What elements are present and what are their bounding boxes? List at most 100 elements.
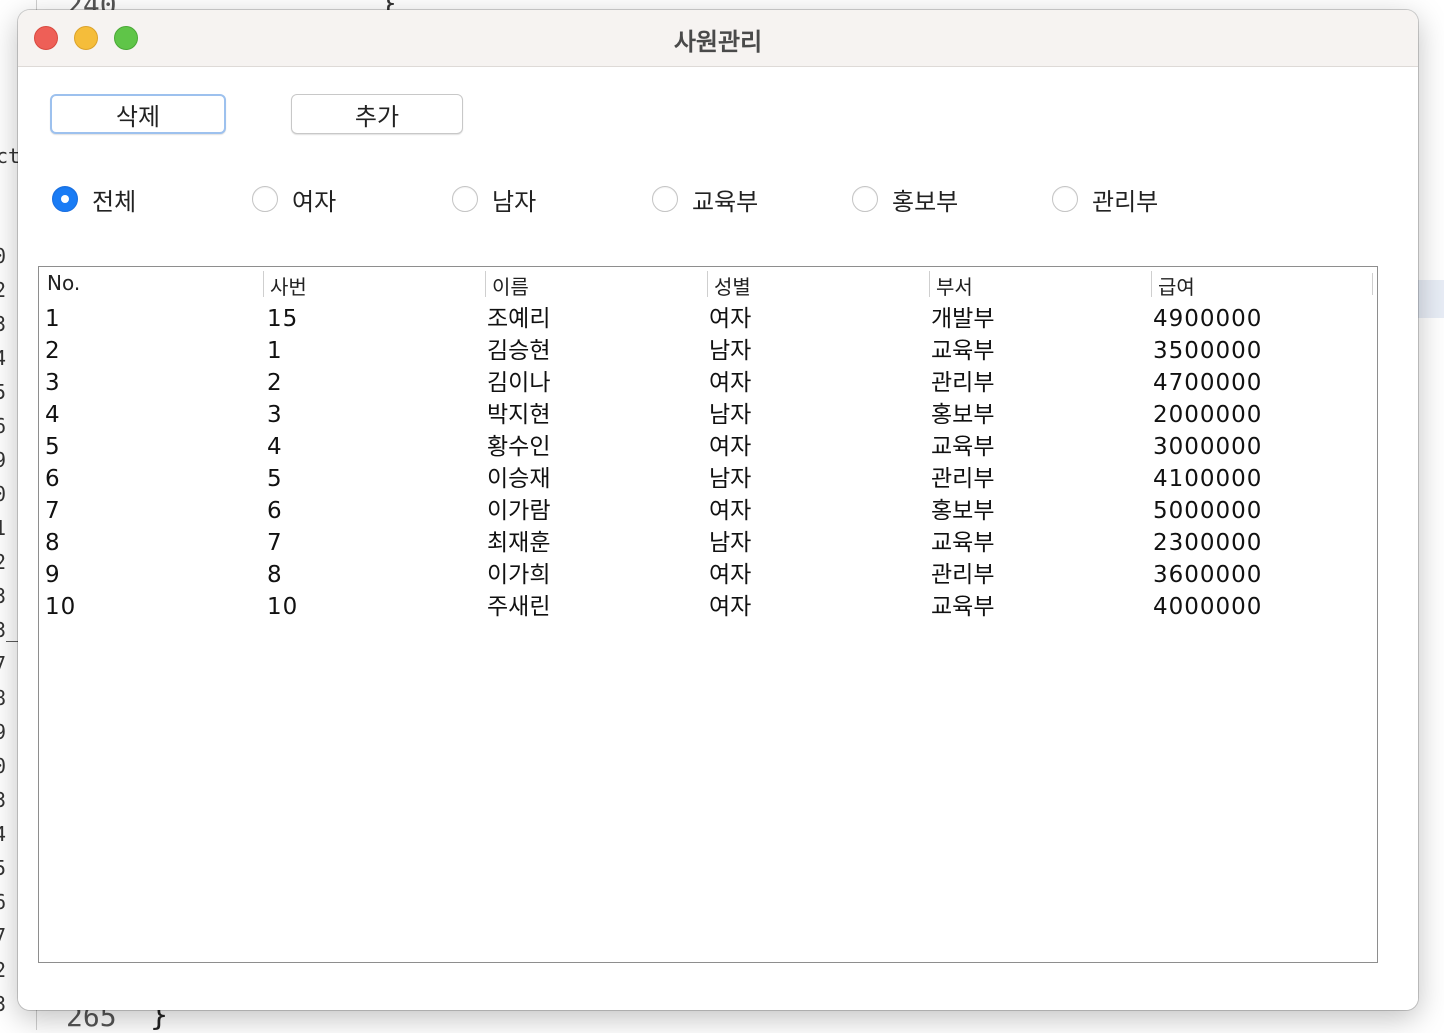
editor-gutter-number: 3 (0, 312, 7, 336)
table-cell-no: 9 (45, 562, 61, 588)
table-row[interactable]: 7 6 이가람 여자 홍보부 5000000 (39, 495, 1376, 527)
table-row[interactable]: 5 4 황수인 여자 교육부 3000000 (39, 431, 1376, 463)
table-cell-no: 3 (45, 370, 61, 396)
table-cell-gender: 여자 (709, 370, 752, 396)
editor-gutter-number: 6 (0, 414, 7, 438)
table-cell-department: 관리부 (931, 370, 995, 396)
filter-radio-education-dept[interactable]: 교육부 (652, 179, 758, 219)
column-header-gender[interactable]: 성별 (707, 271, 751, 299)
table-cell-name: 이승재 (487, 466, 551, 492)
table-cell-employee-id: 3 (267, 402, 283, 428)
table-row[interactable]: 3 2 김이나 여자 관리부 4700000 (39, 367, 1376, 399)
table-cell-no: 8 (45, 530, 61, 556)
radio-indicator[interactable] (452, 186, 478, 212)
radio-label: 관리부 (1092, 187, 1159, 216)
column-header-department[interactable]: 부서 (929, 271, 973, 299)
table-cell-no: 2 (45, 338, 61, 364)
table-cell-no: 7 (45, 498, 61, 524)
delete-button[interactable]: 삭제 (50, 94, 226, 134)
table-cell-employee-id: 8 (267, 562, 283, 588)
table-cell-department: 관리부 (931, 466, 995, 492)
radio-label: 남자 (492, 187, 537, 216)
table-cell-salary: 2300000 (1153, 530, 1263, 556)
table-cell-name: 조예리 (487, 306, 551, 332)
table-cell-salary: 4000000 (1153, 594, 1263, 620)
add-button[interactable]: 추가 (291, 94, 463, 134)
table-cell-salary: 4100000 (1153, 466, 1263, 492)
employee-table[interactable]: No. 사번 이름 성별 부서 급여 1 15 조예리 여자 개발부 4900000 2 1 김승현 남자 교… (38, 266, 1378, 963)
table-cell-name: 최재훈 (487, 530, 551, 556)
table-row[interactable]: 2 1 김승현 남자 교육부 3500000 (39, 335, 1376, 367)
table-cell-name: 김이나 (487, 370, 551, 396)
radio-indicator[interactable] (52, 186, 78, 212)
table-row[interactable]: 10 10 주새린 여자 교육부 4000000 (39, 591, 1376, 623)
editor-gutter-number: 2 (0, 958, 7, 982)
table-body: 1 15 조예리 여자 개발부 4900000 2 1 김승현 남자 교육부 3500000 3 2 김이나… (39, 303, 1376, 623)
filter-radio-male[interactable]: 남자 (452, 179, 536, 219)
table-cell-gender: 남자 (709, 466, 752, 492)
table-cell-department: 개발부 (931, 306, 995, 332)
table-cell-name: 이가람 (487, 498, 551, 524)
table-cell-employee-id: 6 (267, 498, 283, 524)
title-bar[interactable]: 사원관리 (18, 10, 1418, 67)
table-cell-gender: 남자 (709, 530, 752, 556)
filter-radio-female[interactable]: 여자 (252, 179, 336, 219)
editor-gutter-number: 9 (0, 720, 7, 744)
column-header-name[interactable]: 이름 (485, 271, 529, 299)
filter-radio-group: 전체 여자 남자 교육부 홍보부 관리부 (18, 179, 1418, 219)
editor-gutter-number: 3 (0, 584, 7, 608)
table-cell-gender: 여자 (709, 562, 752, 588)
editor-gutter-number: 2 (0, 550, 7, 574)
column-header-salary[interactable]: 급여 (1151, 271, 1195, 299)
table-cell-gender: 여자 (709, 306, 752, 332)
table-cell-employee-id: 1 (267, 338, 283, 364)
editor-gutter-number: 2 (0, 278, 7, 302)
radio-label: 교육부 (692, 187, 759, 216)
radio-indicator[interactable] (652, 186, 678, 212)
table-cell-employee-id: 4 (267, 434, 283, 460)
table-cell-employee-id: 2 (267, 370, 283, 396)
column-header-edge (1372, 273, 1373, 295)
editor-gutter-number: 0 (0, 482, 7, 506)
radio-indicator[interactable] (852, 186, 878, 212)
table-cell-department: 홍보부 (931, 498, 995, 524)
filter-radio-pr-dept[interactable]: 홍보부 (852, 179, 958, 219)
editor-gutter-number: 0 (0, 754, 7, 778)
window-content: 삭제 추가 전체 여자 남자 교육부 홍보부 관리부 No. 사번 이름 성별 부서 급여 1 15 조… (18, 67, 1418, 1010)
table-cell-no: 6 (45, 466, 61, 492)
column-header-employee-id[interactable]: 사번 (263, 271, 307, 299)
table-cell-no: 4 (45, 402, 61, 428)
table-row[interactable]: 1 15 조예리 여자 개발부 4900000 (39, 303, 1376, 335)
editor-gutter-number: 3 (0, 992, 7, 1016)
window-title: 사원관리 (673, 28, 763, 56)
filter-radio-all[interactable]: 전체 (52, 179, 136, 219)
editor-gutter-number: 5 (0, 856, 7, 880)
column-header-no[interactable]: No. (41, 271, 80, 297)
table-row[interactable]: 8 7 최재훈 남자 교육부 2300000 (39, 527, 1376, 559)
filter-radio-management-dept[interactable]: 관리부 (1052, 179, 1158, 219)
table-cell-gender: 남자 (709, 402, 752, 428)
radio-indicator[interactable] (1052, 186, 1078, 212)
table-cell-employee-id: 7 (267, 530, 283, 556)
editor-line-highlight (1418, 280, 1444, 318)
table-cell-gender: 여자 (709, 434, 752, 460)
editor-gutter-number: 8 (0, 686, 7, 710)
table-cell-employee-id: 15 (267, 306, 299, 332)
radio-indicator[interactable] (252, 186, 278, 212)
editor-gutter-number: 9 (0, 448, 7, 472)
editor-gutter-number: 3_ (0, 618, 19, 642)
editor-gutter-number: 0 (0, 244, 7, 268)
editor-gutter-number: 7 (0, 652, 7, 676)
table-row[interactable]: 9 8 이가희 여자 관리부 3600000 (39, 559, 1376, 591)
table-cell-salary: 4700000 (1153, 370, 1263, 396)
table-cell-department: 교육부 (931, 338, 995, 364)
table-row[interactable]: 4 3 박지현 남자 홍보부 2000000 (39, 399, 1376, 431)
editor-gutter-number: 7 (0, 924, 7, 948)
editor-gutter-number: 5 (0, 380, 7, 404)
table-cell-department: 관리부 (931, 562, 995, 588)
table-cell-name: 박지현 (487, 402, 551, 428)
table-row[interactable]: 6 5 이승재 남자 관리부 4100000 (39, 463, 1376, 495)
table-cell-no: 10 (45, 594, 77, 620)
editor-gutter-number: 6 (0, 890, 7, 914)
table-cell-salary: 3600000 (1153, 562, 1263, 588)
